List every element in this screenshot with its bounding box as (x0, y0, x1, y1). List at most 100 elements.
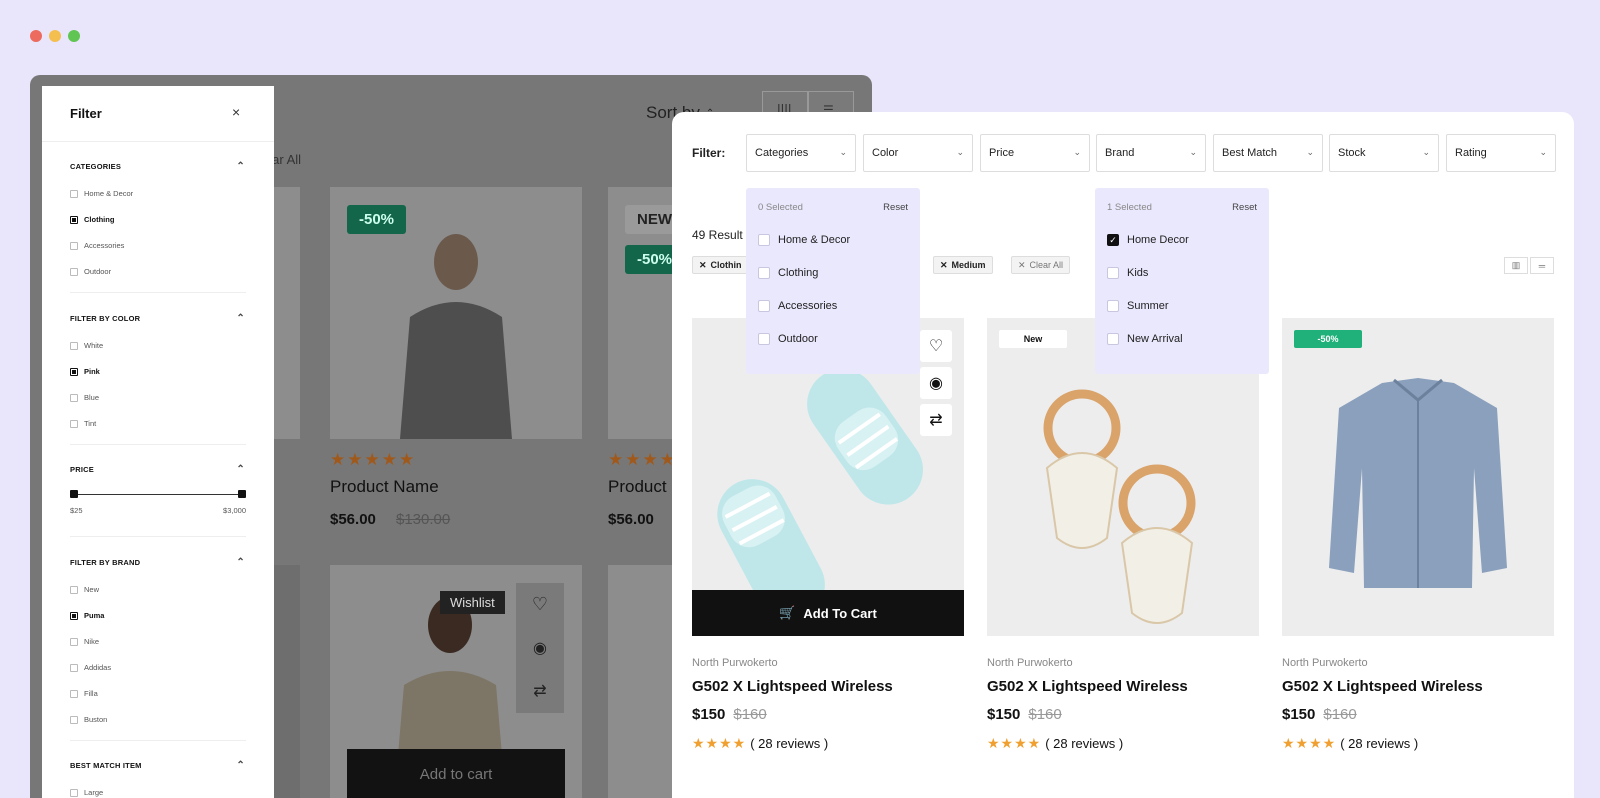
rating-select[interactable]: Rating ⌄ (1446, 134, 1556, 172)
filter-option[interactable]: Pink (70, 367, 245, 376)
close-icon[interactable]: ✕ (699, 260, 707, 271)
brand-select[interactable]: Brand ⌄ (1096, 134, 1206, 172)
checkbox[interactable] (1107, 333, 1119, 345)
add-to-cart-button[interactable]: Add to cart (347, 749, 565, 798)
section-header[interactable]: BEST MATCH ITEM ⌃ (70, 760, 245, 771)
product-card[interactable]: -50% (330, 187, 582, 439)
heart-icon[interactable]: ♡ (920, 330, 952, 362)
product-name[interactable]: G502 X Lightspeed Wireless (692, 678, 964, 695)
dropdown-option[interactable]: Summer (1095, 300, 1269, 312)
close-dot[interactable] (30, 30, 42, 42)
checkbox[interactable] (70, 663, 78, 672)
checkbox[interactable] (70, 715, 78, 724)
heart-icon[interactable]: ♡ (516, 583, 564, 626)
chevron-down-icon: ⌄ (1422, 147, 1430, 157)
range-min-handle[interactable] (70, 490, 78, 498)
filter-option[interactable]: Clothing (70, 215, 245, 224)
maximize-dot[interactable] (68, 30, 80, 42)
categories-select[interactable]: Categories ⌄ (746, 134, 856, 172)
product-price: $56.00 (330, 511, 376, 528)
clear-all-chip[interactable]: ✕ Clear All (1011, 256, 1071, 274)
checkbox[interactable] (758, 333, 770, 345)
checkbox[interactable] (70, 611, 78, 620)
add-to-cart-button[interactable]: 🛒 Add To Cart (692, 590, 964, 636)
checkbox[interactable] (70, 637, 78, 646)
product-price: $150 $160 (692, 706, 767, 723)
filter-option[interactable]: Large (70, 788, 245, 797)
close-icon[interactable]: ✕ (940, 260, 948, 271)
dropdown-option[interactable]: Clothing (746, 267, 920, 279)
stock-select[interactable]: Stock ⌄ (1329, 134, 1439, 172)
checkbox[interactable] (70, 419, 78, 428)
active-filter-chip[interactable]: ✕ Clothin (692, 256, 749, 274)
checkbox[interactable] (758, 267, 770, 279)
section-header[interactable]: FILTER BY BRAND ⌃ (70, 557, 245, 568)
product-card[interactable]: -50% North Purwokerto G502 X Lightspeed … (1282, 318, 1554, 752)
checkbox[interactable] (70, 689, 78, 698)
checkbox[interactable] (70, 215, 78, 224)
close-icon[interactable]: × (232, 104, 240, 120)
product-card[interactable]: ♡ ◉ ⇄ 🛒 Add To Cart North Purwokerto G502… (692, 318, 964, 752)
filter-option[interactable]: Home & Decor (70, 189, 245, 198)
color-select[interactable]: Color ⌄ (863, 134, 973, 172)
checkbox[interactable] (758, 300, 770, 312)
reset-link[interactable]: Reset (1232, 202, 1257, 213)
product-name[interactable]: G502 X Lightspeed Wireless (987, 678, 1259, 695)
filter-option[interactable]: Filla (70, 689, 245, 698)
active-filter-chip[interactable]: ✕ Medium (933, 256, 993, 274)
grid-view-button[interactable]: ▥ (1504, 257, 1528, 274)
filter-option[interactable]: Accessories (70, 241, 245, 250)
filter-option[interactable]: Puma (70, 611, 245, 620)
dropdown-option[interactable]: New Arrival (1095, 333, 1269, 345)
product-name[interactable]: Product Name (330, 477, 439, 497)
checkbox[interactable] (70, 393, 78, 402)
section-header[interactable]: PRICE ⌃ (70, 464, 245, 475)
wishlist-tooltip: Wishlist (440, 591, 505, 614)
filter-option[interactable]: Buston (70, 715, 245, 724)
dropdown-option[interactable]: Home & Decor (746, 234, 920, 246)
product-card[interactable]: New North Purwokerto G502 X Lightspeed W… (987, 318, 1259, 752)
filter-option[interactable]: Outdoor (70, 267, 245, 276)
section-header[interactable]: CATEGORIES ⌃ (70, 161, 245, 172)
dropdown-option[interactable]: Accessories (746, 300, 920, 312)
product-name[interactable]: G502 X Lightspeed Wireless (1282, 678, 1554, 695)
checkbox[interactable] (70, 585, 78, 594)
compare-icon[interactable]: ⇄ (516, 669, 564, 712)
checkbox[interactable] (1107, 300, 1119, 312)
minimize-dot[interactable] (49, 30, 61, 42)
filter-option[interactable]: Addidas (70, 663, 245, 672)
price-select[interactable]: Price ⌄ (980, 134, 1090, 172)
eye-icon[interactable]: ◉ (516, 626, 564, 669)
checkbox[interactable] (70, 367, 78, 376)
checkbox[interactable] (70, 241, 78, 250)
checkbox[interactable] (70, 267, 78, 276)
checkbox[interactable] (1107, 267, 1119, 279)
checkbox[interactable] (758, 234, 770, 246)
chevron-down-icon: ⌄ (1539, 147, 1547, 157)
eye-icon[interactable]: ◉ (920, 367, 952, 399)
list-icon: ═ (1538, 260, 1546, 271)
filter-option[interactable]: Nike (70, 637, 245, 646)
close-icon[interactable]: ✕ (1018, 260, 1026, 271)
list-view-button[interactable]: ═ (1530, 257, 1554, 274)
dropdown-option[interactable]: Outdoor (746, 333, 920, 345)
checkbox[interactable] (70, 341, 78, 350)
filter-option[interactable]: Tint (70, 419, 245, 428)
checkbox[interactable]: ✓ (1107, 234, 1119, 246)
compare-icon[interactable]: ⇄ (920, 404, 952, 436)
filter-option[interactable]: Blue (70, 393, 245, 402)
section-header[interactable]: FILTER BY COLOR ⌃ (70, 313, 245, 324)
product-name[interactable]: Product (608, 477, 667, 497)
checkbox[interactable] (70, 788, 78, 797)
dropdown-option[interactable]: ✓ Home Decor (1095, 234, 1269, 246)
range-max-handle[interactable] (238, 490, 246, 498)
divider (42, 141, 274, 142)
dropdown-option[interactable]: Kids (1095, 267, 1269, 279)
best-match-select[interactable]: Best Match ⌄ (1213, 134, 1323, 172)
product-card[interactable]: Wishlist ♡ ◉ ⇄ Add to cart (330, 565, 582, 798)
filter-option[interactable]: New (70, 585, 245, 594)
filter-option[interactable]: White (70, 341, 245, 350)
reset-link[interactable]: Reset (883, 202, 908, 213)
checkbox[interactable] (70, 189, 78, 198)
chevron-up-icon: ⌃ (236, 464, 245, 475)
